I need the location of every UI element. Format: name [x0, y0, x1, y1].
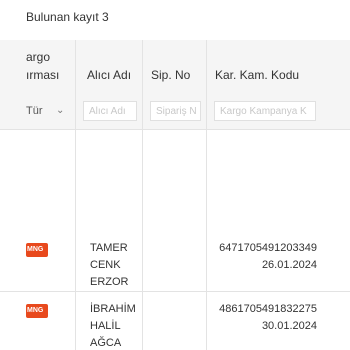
- recipient-name-filter-input[interactable]: Alıcı Adı: [83, 101, 137, 121]
- cargo-type-filter-value: Tür: [26, 105, 43, 117]
- table-header: [0, 40, 350, 93]
- column-divider: [75, 40, 76, 350]
- column-header-cargo-firm-line1[interactable]: argo: [26, 50, 50, 64]
- row-divider: [0, 291, 350, 292]
- header-bottom-border: [0, 129, 350, 130]
- cargo-company-logo: MNG: [26, 304, 48, 318]
- campaign-code-value: 4861705491832275: [219, 303, 317, 315]
- chevron-down-icon: ⌄: [56, 105, 65, 116]
- cargo-type-filter-select[interactable]: Tür ⌄: [26, 101, 72, 121]
- campaign-code-filter-input[interactable]: Kargo Kampanya K: [214, 101, 316, 121]
- record-date: 30.01.2024: [261, 320, 317, 332]
- campaign-code-value: 6471705491203349: [219, 242, 317, 254]
- column-header-cargo-firm-line2[interactable]: ırması: [26, 68, 59, 82]
- recipient-name-line: TAMER: [90, 242, 128, 254]
- recipient-name-line: HALİL: [90, 320, 121, 332]
- column-divider: [206, 40, 207, 350]
- recipient-name-line: ERZOR: [90, 276, 129, 288]
- record-count-label: Bulunan kayıt 3: [26, 10, 109, 24]
- recipient-name-line: CENK: [90, 259, 121, 271]
- recipient-name-line: AĞCA: [90, 337, 122, 349]
- record-date: 26.01.2024: [261, 259, 317, 271]
- order-no-filter-input[interactable]: Sipariş N: [150, 101, 201, 121]
- column-header-recipient-name[interactable]: Alıcı Adı: [87, 68, 131, 82]
- records-panel: Bulunan kayıt 3 argo ırması Alıcı Adı Si…: [0, 0, 350, 350]
- recipient-name-line: İBRAHİM: [90, 303, 136, 315]
- column-header-campaign-code[interactable]: Kar. Kam. Kodu: [215, 68, 299, 82]
- cargo-company-logo: MNG: [26, 243, 48, 257]
- column-header-order-no[interactable]: Sip. No: [151, 68, 190, 82]
- column-divider: [142, 40, 143, 350]
- records-table: argo ırması Alıcı Adı Sip. No Kar. Kam. …: [0, 40, 350, 350]
